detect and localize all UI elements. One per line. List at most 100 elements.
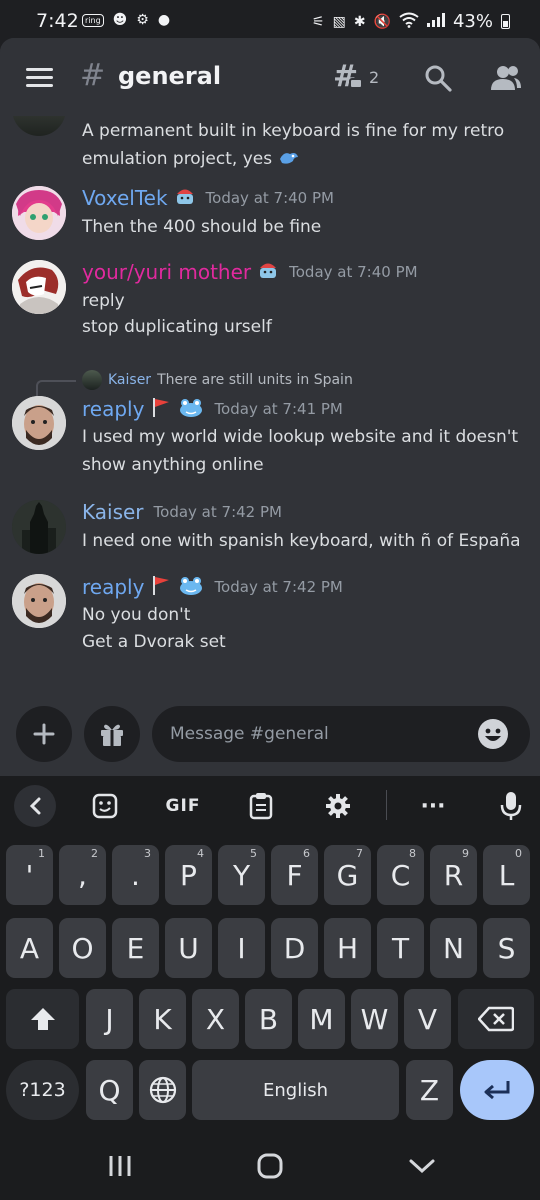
key-i[interactable]: I bbox=[218, 918, 265, 978]
key-u[interactable]: U bbox=[165, 918, 212, 978]
ramen-badge bbox=[257, 260, 279, 284]
discord-app: # general # 2 A permanent built in keybo… bbox=[0, 38, 540, 776]
key-period[interactable]: .3 bbox=[112, 845, 159, 905]
avatar[interactable] bbox=[12, 574, 66, 628]
hide-keyboard-icon[interactable] bbox=[402, 1150, 442, 1182]
message-header: your/yuri mother Today at 7:40 PM bbox=[82, 260, 418, 284]
message-line: Then the 400 should be fine bbox=[82, 217, 322, 237]
message-line: I need one with spanish keyboard, with ñ… bbox=[82, 531, 521, 551]
key-o[interactable]: O bbox=[59, 918, 106, 978]
key-w[interactable]: W bbox=[351, 989, 398, 1049]
lock-icon: ▧ bbox=[332, 13, 346, 30]
message-line: stop duplicating urself bbox=[82, 317, 272, 337]
avatar[interactable] bbox=[12, 116, 66, 136]
key-h[interactable]: H bbox=[324, 918, 371, 978]
backspace-icon bbox=[478, 1006, 514, 1032]
key-apostrophe[interactable]: ' 1 bbox=[6, 845, 53, 905]
threads-button[interactable]: # 2 bbox=[333, 59, 383, 96]
on-screen-keyboard: GIF ··· ' 1 ,2 .3 P4 Y5 F6 G7 C8 R9 L0 A … bbox=[0, 776, 540, 1132]
key-e[interactable]: E bbox=[112, 918, 159, 978]
avatar[interactable] bbox=[12, 396, 66, 450]
globe-icon bbox=[149, 1076, 176, 1104]
reply-connector bbox=[36, 380, 76, 396]
timestamp: Today at 7:40 PM bbox=[205, 189, 334, 207]
key-l[interactable]: L0 bbox=[483, 845, 530, 905]
home-icon[interactable] bbox=[250, 1150, 290, 1182]
author-name[interactable]: reaply bbox=[82, 575, 144, 599]
backspace-key[interactable] bbox=[458, 989, 534, 1049]
author-name[interactable]: your/yuri mother bbox=[82, 260, 251, 284]
key-k[interactable]: K bbox=[139, 989, 186, 1049]
message-header: reaply Today at 7:41 PM bbox=[82, 396, 343, 422]
key-r[interactable]: R9 bbox=[430, 845, 477, 905]
message-input[interactable] bbox=[152, 706, 530, 762]
author-name[interactable]: Kaiser bbox=[82, 500, 144, 524]
message-line: show anything online bbox=[82, 455, 264, 475]
key-x[interactable]: X bbox=[192, 989, 239, 1049]
avatar[interactable] bbox=[12, 186, 66, 240]
members-icon[interactable] bbox=[490, 64, 522, 92]
key-z[interactable]: Z bbox=[406, 1060, 453, 1120]
key-q[interactable]: Q bbox=[86, 1060, 133, 1120]
message-line: I used my world wide lookup website and … bbox=[82, 427, 519, 447]
key-p[interactable]: P4 bbox=[165, 845, 212, 905]
notification-icons: ring ☻ ⚙ ● bbox=[82, 12, 170, 28]
message-header: reaply Today at 7:42 PM bbox=[82, 574, 343, 600]
ramen-badge bbox=[174, 186, 196, 210]
enter-key[interactable] bbox=[460, 1060, 534, 1120]
space-key[interactable]: English bbox=[192, 1060, 399, 1120]
settings-icon[interactable] bbox=[323, 790, 353, 822]
dot-icon: ● bbox=[157, 12, 171, 28]
person-notification-icon: ☻ bbox=[112, 12, 128, 28]
avatar[interactable] bbox=[12, 260, 66, 314]
bluetooth-icon: ✱ bbox=[353, 13, 366, 30]
menu-icon[interactable] bbox=[26, 68, 53, 87]
author-name[interactable]: VoxelTek bbox=[82, 186, 168, 210]
reply-reference[interactable]: Kaiser There are still units in Spain bbox=[82, 370, 353, 390]
red-flag-badge bbox=[150, 396, 172, 422]
battery-percent: 43% bbox=[452, 11, 493, 32]
key-y[interactable]: Y5 bbox=[218, 845, 265, 905]
key-j[interactable]: J bbox=[86, 989, 133, 1049]
back-chevron-icon[interactable] bbox=[14, 785, 56, 827]
recent-apps-icon[interactable] bbox=[100, 1150, 140, 1182]
microphone-icon[interactable] bbox=[496, 790, 526, 822]
key-m[interactable]: M bbox=[298, 989, 345, 1049]
avatar[interactable] bbox=[12, 500, 66, 554]
key-c[interactable]: C8 bbox=[377, 845, 424, 905]
key-s[interactable]: S bbox=[483, 918, 530, 978]
key-n[interactable]: N bbox=[430, 918, 477, 978]
key-a[interactable]: A bbox=[6, 918, 53, 978]
channel-title[interactable]: general bbox=[118, 62, 221, 90]
clipboard-icon[interactable] bbox=[246, 790, 276, 822]
author-name[interactable]: reaply bbox=[82, 397, 144, 421]
key-icon: ⚟ bbox=[312, 13, 325, 30]
shift-key[interactable] bbox=[6, 989, 79, 1049]
symbols-key[interactable]: ?123 bbox=[6, 1060, 79, 1120]
reply-author: Kaiser bbox=[108, 372, 152, 388]
robot-notification-icon: ⚙ bbox=[136, 12, 149, 28]
sticker-icon[interactable] bbox=[90, 790, 120, 822]
key-b[interactable]: B bbox=[245, 989, 292, 1049]
gif-icon[interactable]: GIF bbox=[160, 790, 206, 822]
key-t[interactable]: T bbox=[377, 918, 424, 978]
ring-notification-icon: ring bbox=[82, 13, 104, 27]
timestamp: Today at 7:40 PM bbox=[289, 263, 418, 281]
more-icon[interactable]: ··· bbox=[418, 790, 448, 822]
language-key[interactable] bbox=[139, 1060, 186, 1120]
message-list[interactable]: A permanent built in keyboard is fine fo… bbox=[0, 116, 540, 696]
key-v[interactable]: V bbox=[404, 989, 451, 1049]
key-d[interactable]: D bbox=[271, 918, 318, 978]
key-f[interactable]: F6 bbox=[271, 845, 318, 905]
frog-badge bbox=[178, 574, 204, 600]
key-comma[interactable]: ,2 bbox=[59, 845, 106, 905]
timestamp: Today at 7:42 PM bbox=[214, 578, 343, 596]
emoji-button[interactable] bbox=[478, 719, 508, 749]
search-icon[interactable] bbox=[424, 64, 452, 92]
key-g[interactable]: G7 bbox=[324, 845, 371, 905]
add-attachment-button[interactable] bbox=[16, 706, 72, 762]
message-line: A permanent built in keyboard is fine fo… bbox=[82, 121, 505, 141]
reply-avatar bbox=[82, 370, 102, 390]
gift-button[interactable] bbox=[84, 706, 140, 762]
message-line: Get a Dvorak set bbox=[82, 632, 226, 652]
